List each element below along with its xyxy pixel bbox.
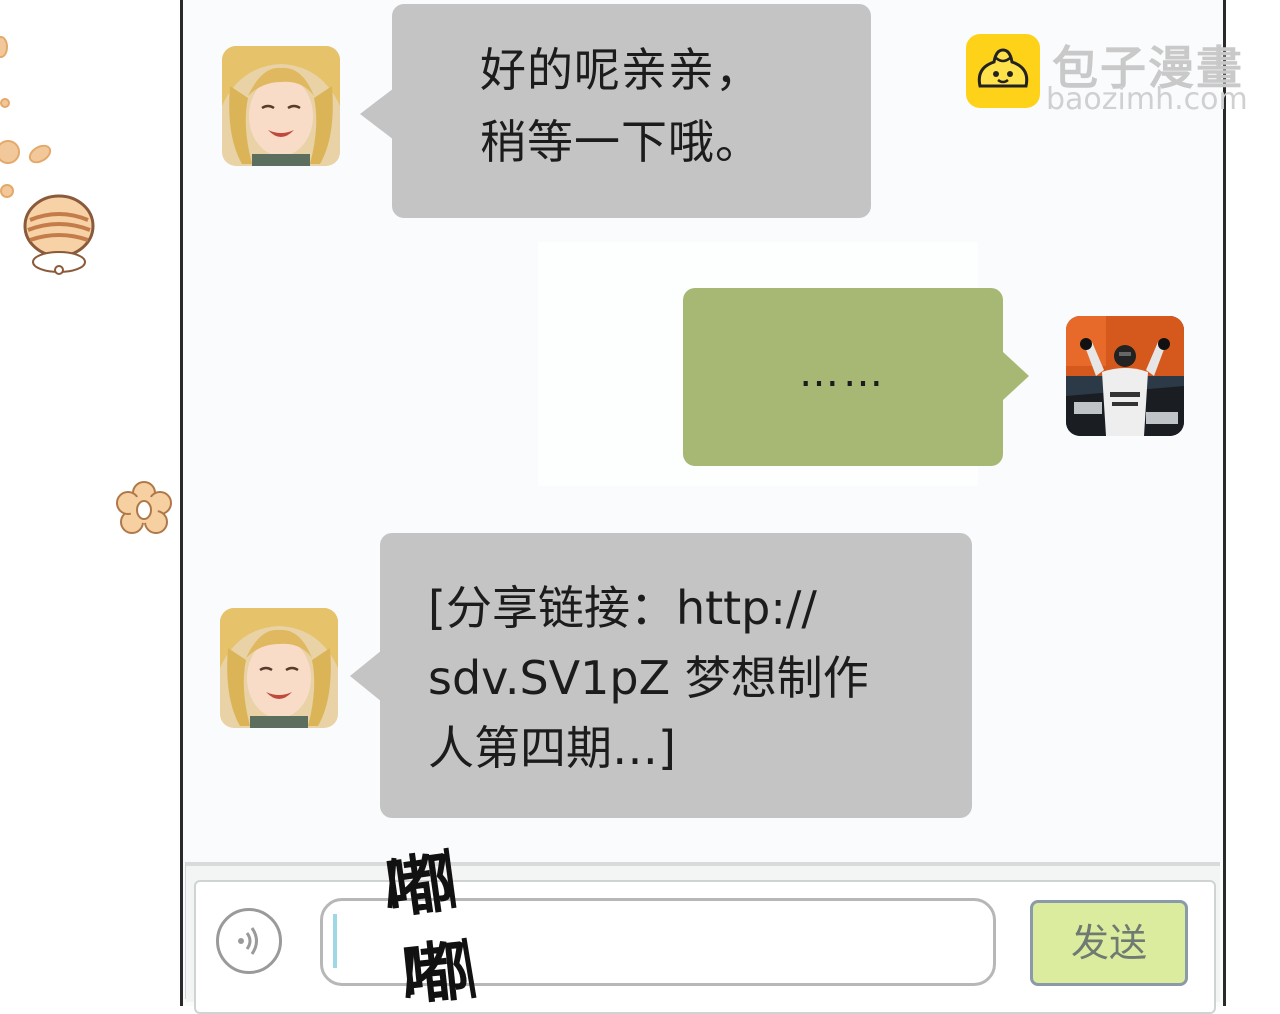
user-avatar[interactable]	[1066, 316, 1184, 436]
contact-avatar[interactable]	[220, 608, 338, 728]
contact-avatar[interactable]	[222, 46, 340, 166]
message-line: 好的呢亲亲，	[480, 43, 762, 97]
text-caret	[333, 914, 337, 968]
sound-effect-text: 嘟 嘟	[384, 843, 477, 1008]
voice-icon	[238, 927, 258, 955]
baozi-logo-icon	[966, 34, 1040, 108]
message-bubble-received[interactable]: 好的呢亲亲， 稍等一下哦。	[392, 4, 871, 218]
message-line: 人第四期…]	[428, 721, 676, 775]
decor-dot	[0, 184, 14, 198]
message-text: 好的呢亲亲， 稍等一下哦。	[480, 34, 762, 178]
message-text: ……	[799, 350, 887, 396]
bubble-tail	[360, 88, 394, 140]
message-line: [分享链接：http://	[428, 581, 817, 635]
message-text: [分享链接：http:// sdv.SV1pZ 梦想制作 人第四期…]	[428, 573, 869, 783]
message-bubble-received[interactable]: [分享链接：http:// sdv.SV1pZ 梦想制作 人第四期…]	[380, 533, 972, 818]
message-line: 稍等一下哦。	[480, 115, 762, 169]
send-button[interactable]: 发送	[1030, 900, 1188, 986]
bubble-tail	[1003, 352, 1029, 400]
flower-decoration-icon	[116, 481, 172, 534]
decor-dot	[0, 98, 10, 108]
watermark: 包子漫畫 baozimh.com	[966, 34, 1266, 118]
decor-dot	[0, 36, 8, 58]
message-line: sdv.SV1pZ 梦想制作	[428, 651, 869, 705]
bun-mascot-icon	[23, 194, 95, 275]
watermark-url: baozimh.com	[1046, 82, 1248, 117]
bubble-tail	[350, 650, 382, 702]
voice-button[interactable]	[216, 908, 282, 974]
decor-dot	[25, 141, 55, 167]
decor-dot	[0, 140, 20, 164]
message-bubble-sent[interactable]: ……	[683, 288, 1003, 466]
